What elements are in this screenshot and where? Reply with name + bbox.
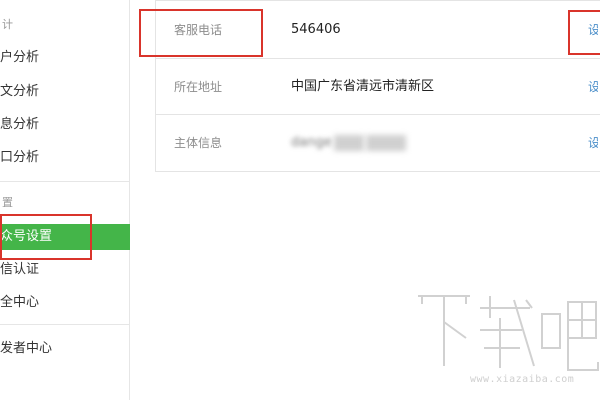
blurred-text: dange: [291, 135, 332, 150]
sidebar-item-label: 全中心: [0, 295, 40, 310]
sidebar-item-label: 信认证: [0, 262, 40, 277]
account-info-table: 客服电话 546406 设 所在地址 中国广东省清远市清新区 设 主体信息 da…: [155, 0, 600, 172]
sidebar-item-developer-center[interactable]: 发者中心: [0, 337, 130, 361]
sidebar-item-article-analysis[interactable]: 文分析: [0, 80, 130, 104]
sidebar-section-title-settings: 置: [2, 196, 13, 209]
set-link[interactable]: 设: [588, 59, 598, 115]
watermark-url: www.xiazaiba.com: [470, 374, 575, 385]
info-value: 中国广东省清远市清新区: [291, 79, 435, 94]
sidebar-item-account-settings[interactable]: 众号设置: [0, 224, 130, 250]
main-content: 客服电话 546406 设 所在地址 中国广东省清远市清新区 设 主体信息 da…: [131, 0, 600, 400]
sidebar-item-label: 息分析: [0, 117, 40, 132]
info-label: 客服电话: [174, 23, 223, 37]
sidebar-divider: [0, 324, 130, 325]
blur-mask: [333, 134, 364, 151]
info-label: 所在地址: [174, 80, 223, 94]
sidebar-item-label: 口分析: [0, 150, 40, 165]
sidebar-item-label: 众号设置: [0, 229, 53, 244]
set-link[interactable]: 设: [588, 1, 598, 59]
set-link[interactable]: 设: [588, 115, 598, 171]
sidebar-item-api-analysis[interactable]: 口分析: [0, 146, 130, 170]
sidebar-item-message-analysis[interactable]: 息分析: [0, 113, 130, 137]
sidebar-item-label: 文分析: [0, 84, 40, 99]
sidebar-item-label: 发者中心: [0, 341, 53, 356]
sidebar: 计 户分析 文分析 息分析 口分析 置 众号设置 信认证 全中心 发者中心: [0, 0, 130, 400]
info-label: 主体信息: [174, 136, 223, 150]
sidebar-section-title-stats: 计: [2, 18, 13, 31]
sidebar-item-verification[interactable]: 信认证: [0, 258, 130, 282]
sidebar-item-user-analysis[interactable]: 户分析: [0, 46, 130, 70]
info-row-entity: 主体信息 dange 设: [156, 115, 600, 171]
blur-mask: [365, 134, 406, 151]
sidebar-divider: [0, 181, 130, 182]
info-row-service-phone: 客服电话 546406 设: [156, 1, 600, 59]
sidebar-item-security-center[interactable]: 全中心: [0, 291, 130, 315]
info-value-blurred: dange: [291, 115, 406, 171]
info-row-address: 所在地址 中国广东省清远市清新区 设: [156, 59, 600, 115]
sidebar-item-label: 户分析: [0, 50, 40, 65]
info-value: 546406: [291, 22, 341, 37]
